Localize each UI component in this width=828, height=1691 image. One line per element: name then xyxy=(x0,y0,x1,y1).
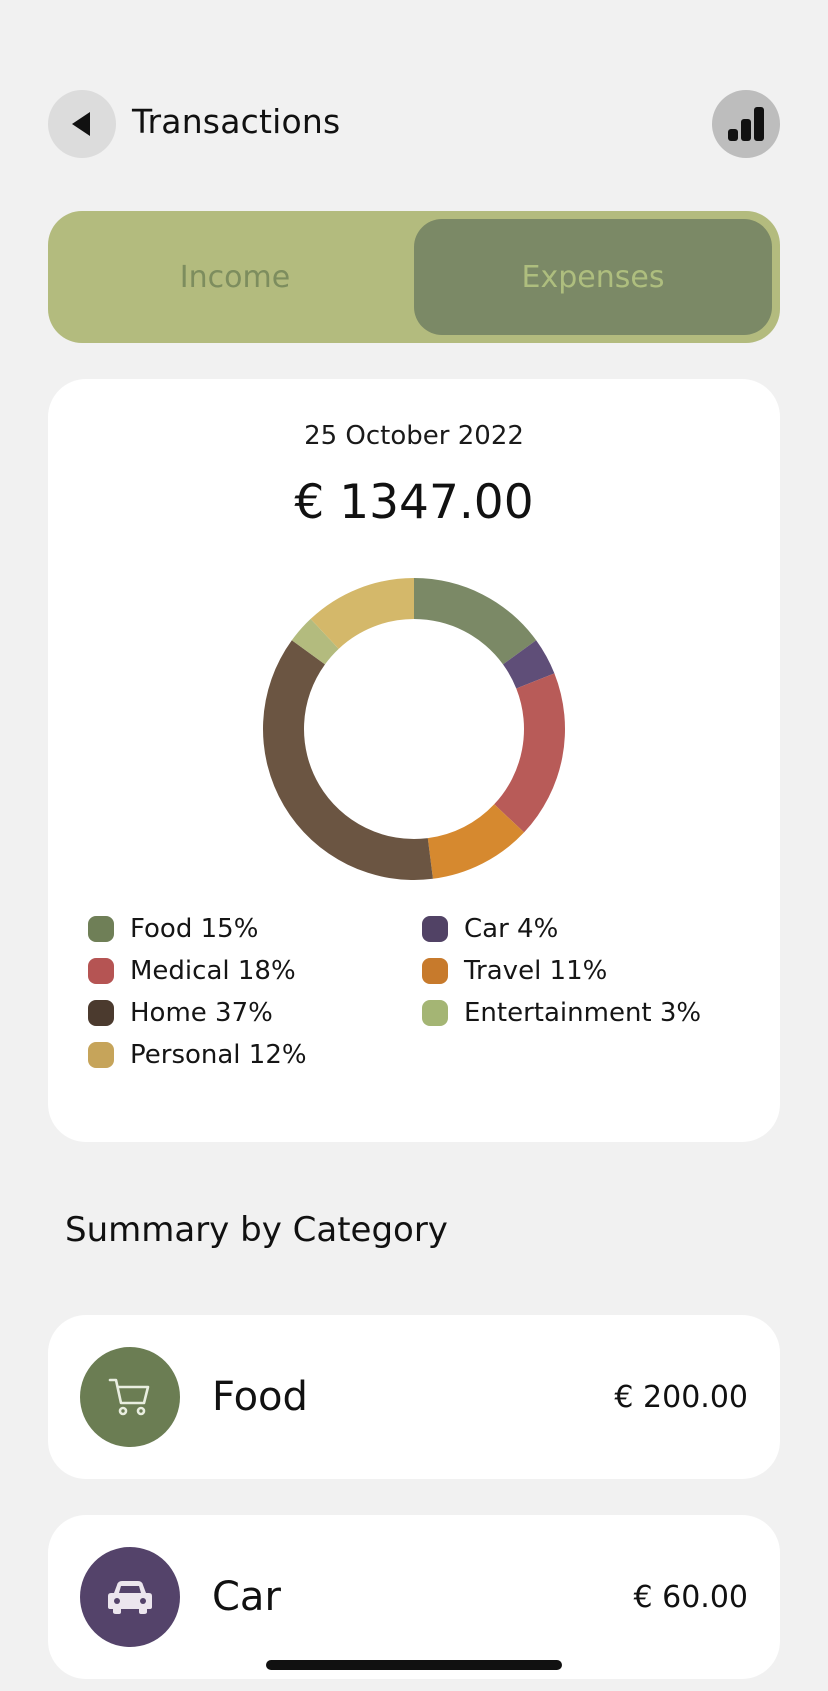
section-title: Summary by Category xyxy=(65,1210,448,1250)
legend-item-entertainment: Entertainment 3% xyxy=(422,998,748,1028)
legend-label: Entertainment 3% xyxy=(464,998,702,1028)
legend-item-personal: Personal 12% xyxy=(88,1040,422,1070)
legend-item-food: Food 15% xyxy=(88,914,422,944)
legend-swatch xyxy=(422,958,448,984)
income-expenses-toggle: Income Expenses xyxy=(48,211,780,343)
legend-swatch xyxy=(88,916,114,942)
legend-label: Personal 12% xyxy=(130,1040,307,1070)
tab-income[interactable]: Income xyxy=(56,219,414,335)
legend-label: Travel 11% xyxy=(464,956,608,986)
legend-swatch xyxy=(422,1000,448,1026)
cart-icon xyxy=(108,1378,150,1416)
chart-legend: Food 15% Car 4% Medical 18% Travel 11% Home … xyxy=(88,914,748,1070)
category-name: Food xyxy=(212,1374,308,1420)
donut-slice-medical xyxy=(494,673,565,833)
legend-swatch xyxy=(88,1000,114,1026)
statistics-button[interactable] xyxy=(712,90,780,158)
summary-date: 25 October 2022 xyxy=(304,421,524,451)
category-amount: € 60.00 xyxy=(633,1579,748,1615)
category-name: Car xyxy=(212,1574,281,1620)
category-row-car[interactable]: Car € 60.00 xyxy=(48,1515,780,1679)
home-indicator xyxy=(266,1660,562,1670)
category-icon-food xyxy=(80,1347,180,1447)
bar-chart-icon xyxy=(728,107,764,141)
legend-label: Medical 18% xyxy=(130,956,296,986)
legend-swatch xyxy=(422,916,448,942)
legend-item-car: Car 4% xyxy=(422,914,748,944)
legend-swatch xyxy=(88,958,114,984)
summary-card: 25 October 2022 € 1347.00 Food 15% Car 4%… xyxy=(48,379,780,1142)
category-icon-car xyxy=(80,1547,180,1647)
legend-item-travel: Travel 11% xyxy=(422,956,748,986)
legend-label: Home 37% xyxy=(130,998,273,1028)
header: Transactions xyxy=(48,90,780,160)
legend-label: Car 4% xyxy=(464,914,559,944)
donut-slice-food xyxy=(414,578,537,665)
donut-slice-home xyxy=(262,640,433,880)
chevron-left-icon xyxy=(72,112,90,136)
legend-label: Food 15% xyxy=(130,914,259,944)
category-row-food[interactable]: Food € 200.00 xyxy=(48,1315,780,1479)
legend-item-home: Home 37% xyxy=(88,998,422,1028)
expenses-donut-chart xyxy=(262,578,565,880)
tab-expenses[interactable]: Expenses xyxy=(414,219,772,335)
category-amount: € 200.00 xyxy=(614,1379,748,1415)
car-icon xyxy=(108,1581,152,1614)
summary-total: € 1347.00 xyxy=(294,475,534,530)
back-button[interactable] xyxy=(48,90,116,158)
page-title: Transactions xyxy=(132,102,341,141)
legend-swatch xyxy=(88,1042,114,1068)
legend-item-medical: Medical 18% xyxy=(88,956,422,986)
